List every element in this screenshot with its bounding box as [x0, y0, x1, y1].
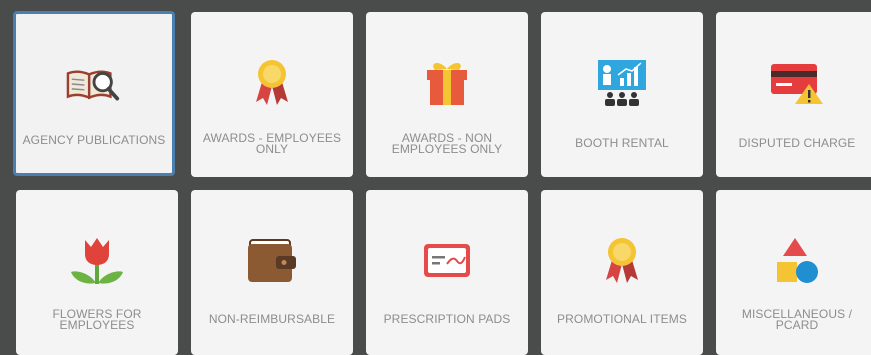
- category-grid: AGENCY PUBLICATIONS AWARDS - EMPLOYEES O…: [0, 0, 871, 355]
- gift-box-icon: [419, 55, 475, 111]
- tile-label: DISPUTED CHARGE: [738, 136, 856, 150]
- tile-flowers-for-employees[interactable]: FLOWERS FOR EMPLOYEES: [16, 190, 178, 355]
- tile-label: AGENCY PUBLICATIONS: [22, 133, 166, 147]
- tile-booth-rental[interactable]: BOOTH RENTAL: [541, 12, 703, 177]
- tile-promotional-items[interactable]: PROMOTIONAL ITEMS: [541, 190, 703, 355]
- open-book-magnifier-icon: [66, 57, 122, 113]
- tile-label: AWARDS - EMPLOYEES ONLY: [202, 131, 342, 156]
- tile-non-reimbursable[interactable]: NON-REIMBURSABLE: [191, 190, 353, 355]
- tile-label: FLOWERS FOR EMPLOYEES: [52, 307, 142, 332]
- tile-awards-non-employees-only[interactable]: AWARDS - NON EMPLOYEES ONLY: [366, 12, 528, 177]
- tile-label: AWARDS - NON EMPLOYEES ONLY: [391, 131, 503, 156]
- award-ribbon-icon: [594, 233, 650, 289]
- prescription-pad-icon: [419, 233, 475, 289]
- tile-prescription-pads[interactable]: PRESCRIPTION PADS: [366, 190, 528, 355]
- tulip-icon: [69, 233, 125, 289]
- tile-agency-publications[interactable]: AGENCY PUBLICATIONS: [13, 11, 175, 176]
- shapes-icon: [769, 233, 825, 289]
- tile-label: MISCELLANEOUS / PCARD: [741, 307, 853, 332]
- tile-awards-employees-only[interactable]: AWARDS - EMPLOYEES ONLY: [191, 12, 353, 177]
- tile-label: PROMOTIONAL ITEMS: [557, 312, 687, 326]
- tile-label: BOOTH RENTAL: [575, 136, 669, 150]
- presentation-audience-icon: [594, 55, 650, 111]
- tile-label: PRESCRIPTION PADS: [383, 312, 511, 326]
- tile-miscellaneous-pcard[interactable]: MISCELLANEOUS / PCARD: [716, 190, 871, 355]
- wallet-icon: [244, 233, 300, 289]
- award-ribbon-icon: [244, 55, 300, 111]
- credit-card-warning-icon: [769, 55, 825, 111]
- tile-label: NON-REIMBURSABLE: [208, 312, 336, 326]
- tile-disputed-charge[interactable]: DISPUTED CHARGE: [716, 12, 871, 177]
